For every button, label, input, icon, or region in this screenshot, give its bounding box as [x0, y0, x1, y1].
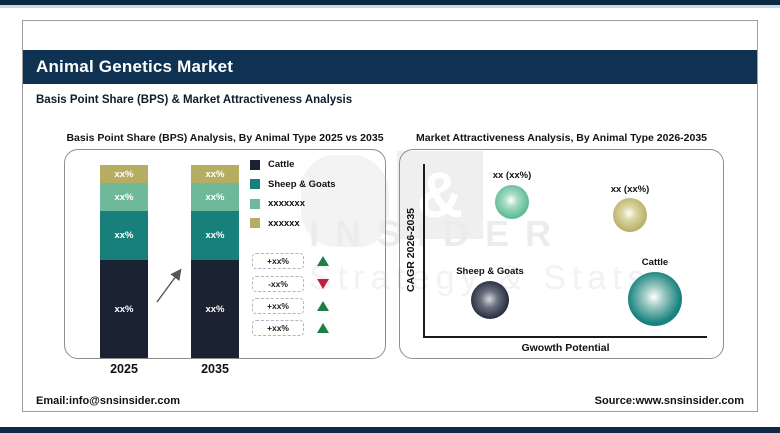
page: & INSIDER Strategy & Stats Animal Geneti… — [0, 0, 780, 433]
bar-2035-segment-cattle: xx% — [191, 260, 239, 358]
bps-annotation-row: +xx% — [252, 253, 329, 269]
y-axis-line — [423, 164, 425, 337]
legend-swatch-xxxxxx — [250, 218, 260, 228]
legend-swatch-sheep-goats — [250, 179, 260, 189]
bps-change-badge: +xx% — [252, 320, 304, 336]
trend-down-icon — [317, 279, 329, 289]
bar-2025-segment-xxxxxxx: xx% — [100, 183, 148, 211]
bps-change-badge: +xx% — [252, 253, 304, 269]
legend-item-xxxxxxx: xxxxxxx — [250, 198, 336, 209]
bubble-green — [495, 185, 529, 219]
attractiveness-chart-title: Market Attractiveness Analysis, By Anima… — [399, 132, 724, 144]
page-subtitle: Basis Point Share (BPS) & Market Attract… — [36, 94, 352, 106]
bubble-sheep-goats — [471, 281, 509, 319]
legend-item-xxxxxx: xxxxxx — [250, 218, 336, 229]
stacked-bar-2025: xx% xx% xx% xx% — [100, 165, 148, 358]
top-accent-line — [0, 5, 780, 8]
bottom-navy-bar — [0, 427, 780, 433]
bps-annotation-row: +xx% — [252, 320, 329, 336]
x-axis-label: Gwowth Potential — [424, 342, 707, 354]
bar-2025-segment-xxxxxx: xx% — [100, 165, 148, 183]
page-title: Animal Genetics Market — [36, 50, 757, 84]
legend-item-sheep-goats: Sheep & Goats — [250, 179, 336, 190]
y-axis-label: CAGR 2026-2035 — [405, 165, 421, 335]
legend-item-cattle: Cattle — [250, 159, 336, 170]
bar-2035-segment-xxxxxxx: xx% — [191, 183, 239, 211]
bar-2025-segment-sheep-goats: xx% — [100, 211, 148, 260]
trend-up-icon — [317, 301, 329, 311]
legend-swatch-cattle — [250, 160, 260, 170]
x-axis-line — [423, 336, 707, 338]
footer-source: Source:www.snsinsider.com — [595, 395, 744, 407]
x-category-2025: 2025 — [94, 362, 154, 376]
stacked-bar-2035: xx% xx% xx% xx% — [191, 165, 239, 358]
report-card: & INSIDER Strategy & Stats Animal Geneti… — [22, 20, 758, 412]
bps-annotation-row: -xx% — [252, 276, 329, 292]
bar-2035-segment-xxxxxx: xx% — [191, 165, 239, 183]
attractiveness-chart-panel: CAGR 2026-2035 Gwowth Potential xx (xx%)… — [399, 149, 724, 359]
title-banner: Animal Genetics Market — [23, 50, 757, 84]
legend-label-cattle: Cattle — [268, 159, 294, 170]
bps-legend: Cattle Sheep & Goats xxxxxxx xxxxxx — [250, 159, 336, 237]
bps-change-badge: -xx% — [252, 276, 304, 292]
bar-2035-segment-sheep-goats: xx% — [191, 211, 239, 260]
legend-label-sheep-goats: Sheep & Goats — [268, 179, 336, 190]
x-category-2035: 2035 — [185, 362, 245, 376]
bubble-label: xx (xx%) — [493, 170, 532, 181]
footer-email: Email:info@snsinsider.com — [36, 395, 180, 407]
bar-2025-segment-cattle: xx% — [100, 260, 148, 358]
legend-label-xxxxxxx: xxxxxxx — [268, 198, 305, 209]
bps-chart-title: Basis Point Share (BPS) Analysis, By Ani… — [64, 132, 386, 144]
bubble-label: Sheep & Goats — [456, 266, 524, 277]
legend-swatch-xxxxxxx — [250, 199, 260, 209]
trend-up-icon — [317, 256, 329, 266]
trend-up-icon — [317, 323, 329, 333]
bps-annotation-row: +xx% — [252, 298, 329, 314]
bubble-label: Cattle — [642, 257, 668, 268]
legend-label-xxxxxx: xxxxxx — [268, 218, 300, 229]
growth-arrow-icon — [149, 260, 197, 313]
bubble-cattle — [628, 272, 682, 326]
bubble-label: xx (xx%) — [611, 184, 650, 195]
bubble-khaki — [613, 198, 647, 232]
bps-chart-panel: xx% xx% xx% xx% xx% xx% xx% xx% — [64, 149, 386, 359]
bps-change-badge: +xx% — [252, 298, 304, 314]
